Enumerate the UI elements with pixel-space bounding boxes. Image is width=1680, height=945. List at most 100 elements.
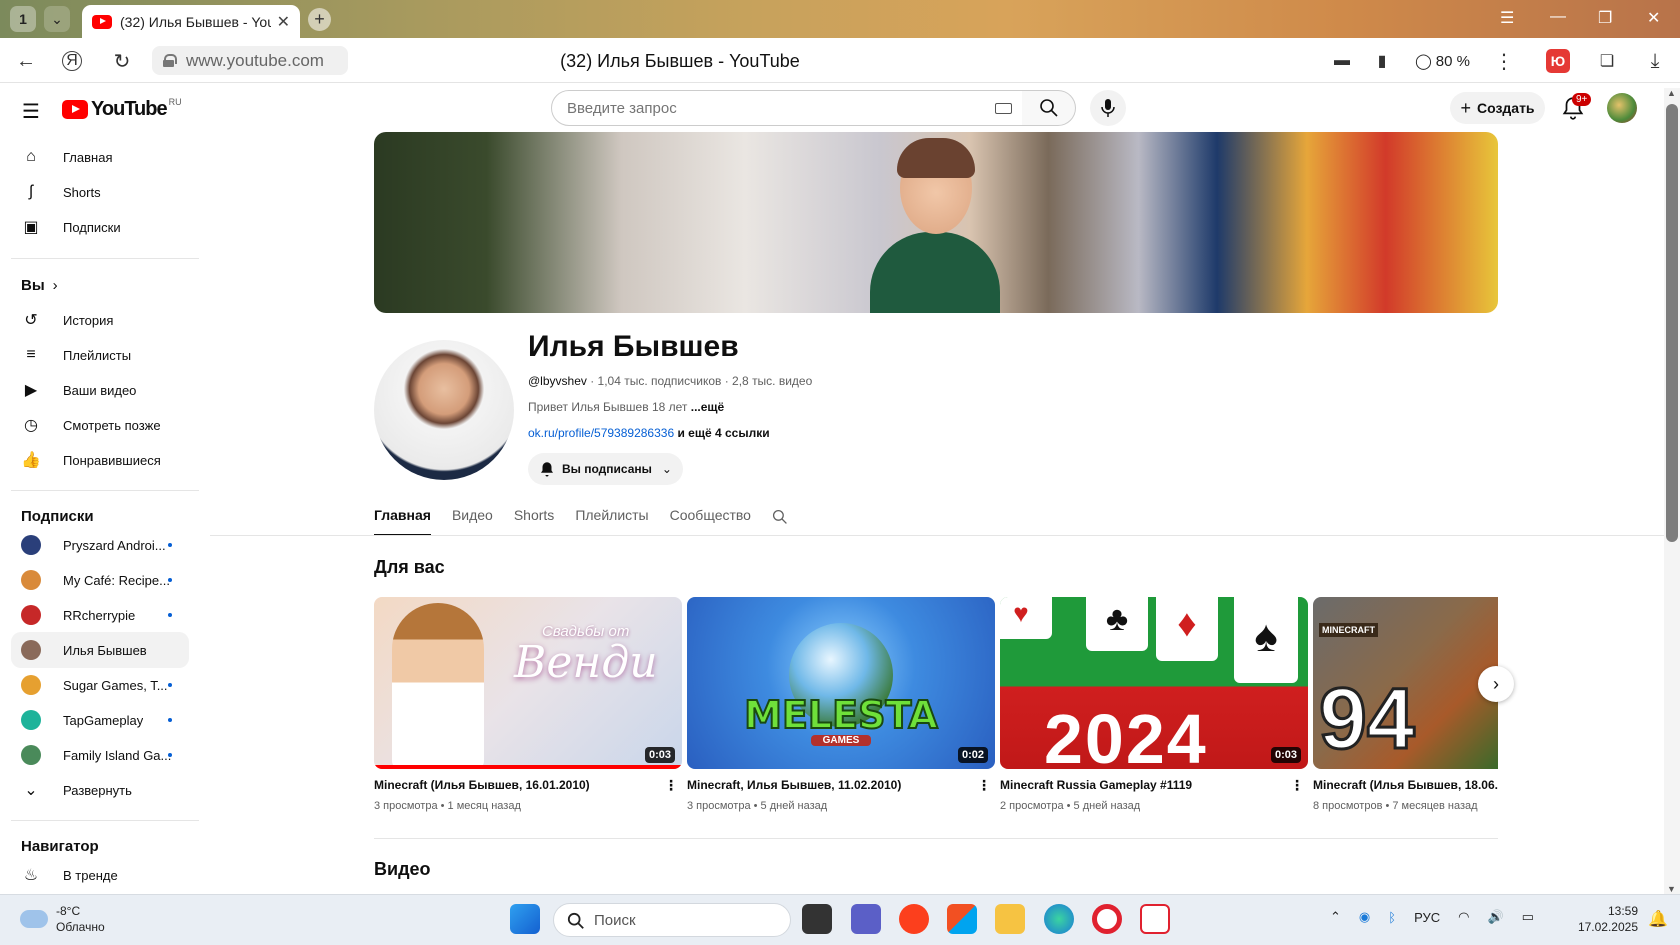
extension-badge[interactable]: Ю: [1546, 49, 1570, 73]
file-explorer-icon[interactable]: [995, 904, 1025, 934]
tab-videos[interactable]: Видео: [452, 498, 493, 536]
sidebar-item-home[interactable]: ⌂ Главная: [11, 139, 189, 175]
page-scrollbar[interactable]: ▲ ▼: [1664, 88, 1680, 894]
sidebar-sub-item[interactable]: TapGameplay: [11, 702, 189, 738]
teams-icon[interactable]: [851, 904, 881, 934]
restore-icon[interactable]: ❐: [1598, 8, 1612, 28]
battery-icon[interactable]: ▭: [1522, 909, 1534, 925]
browser-menu-icon[interactable]: ☰: [1500, 8, 1514, 28]
voice-search-button[interactable]: [1090, 90, 1126, 126]
tab-list-chevron-icon[interactable]: ⌄: [44, 6, 70, 32]
channel-description[interactable]: Привет Илья Бывшев 18 лет ...ещё: [528, 400, 724, 414]
volume-icon[interactable]: 🔊: [1487, 909, 1503, 925]
more-options-icon[interactable]: ⋮: [1290, 777, 1304, 794]
video-thumbnail[interactable]: Свадьбы от Венди 0:03: [374, 597, 682, 769]
more-options-icon[interactable]: ⋮: [664, 777, 678, 794]
sidebar-expand-button[interactable]: ⌄ Развернуть: [11, 772, 189, 808]
channel-link[interactable]: ok.ru/profile/579389286336: [528, 426, 674, 440]
chat-icon[interactable]: ▬: [1330, 49, 1354, 73]
scrollbar-thumb[interactable]: [1666, 104, 1678, 542]
yandex-icon[interactable]: Я: [62, 51, 82, 71]
url-field[interactable]: www.youtube.com: [152, 46, 348, 75]
tab-home[interactable]: Главная: [374, 498, 431, 536]
expand-label: Развернуть: [63, 782, 132, 798]
video-thumbnail[interactable]: MINECRAFT 94: [1313, 597, 1498, 769]
browser-tab-youtube[interactable]: (32) Илья Бывшев - YouTube ✕: [82, 5, 300, 38]
video-card[interactable]: MELESTA GAMES 0:02 Minecraft, Илья Бывше…: [687, 597, 995, 812]
bluetooth-icon[interactable]: ᛒ: [1388, 910, 1396, 925]
downloads-icon[interactable]: ⤓: [1643, 49, 1667, 73]
weather-widget[interactable]: -8°C Облачно: [20, 903, 105, 935]
yandex-browser-icon[interactable]: [1140, 904, 1170, 934]
opera-icon[interactable]: [1092, 904, 1122, 934]
sidebar-sub-item[interactable]: RRcherrypie: [11, 597, 189, 633]
sidebar-sub-item[interactable]: Family Island Ga...: [11, 737, 189, 773]
more-links[interactable]: и ещё 4 ссылки: [674, 426, 769, 440]
sidebar-item-history[interactable]: ↺ История: [11, 302, 189, 338]
task-view-icon[interactable]: [802, 904, 832, 934]
tab-count-button[interactable]: 1: [10, 6, 36, 32]
create-button[interactable]: + Создать: [1450, 92, 1545, 124]
bookmark-icon[interactable]: ▮: [1370, 49, 1394, 73]
minimize-icon[interactable]: —: [1550, 8, 1566, 26]
clock[interactable]: 13:59 17.02.2025: [1568, 903, 1638, 935]
search-button[interactable]: [1022, 90, 1076, 126]
description-more-link[interactable]: ...ещё: [691, 400, 724, 414]
video-title[interactable]: Minecraft (Илья Бывшев, 18.06.2: [1313, 778, 1498, 792]
sidebar-sub-item[interactable]: My Café: Recipe...: [11, 562, 189, 598]
video-card[interactable]: Свадьбы от Венди 0:03 Minecraft (Илья Бы…: [374, 597, 682, 812]
channel-avatar-large[interactable]: [374, 340, 514, 480]
sidebar-sub-item[interactable]: Sugar Games, T...: [11, 667, 189, 703]
tray-chevron-up-icon[interactable]: ⌃: [1330, 909, 1341, 925]
scroll-up-arrow-icon[interactable]: ▲: [1667, 88, 1676, 98]
sidebar-item-playlists[interactable]: ≡ Плейлисты: [11, 337, 189, 373]
more-options-icon[interactable]: ⋮: [977, 777, 991, 794]
back-arrow-icon[interactable]: ←: [14, 49, 38, 73]
video-title[interactable]: Minecraft (Илья Бывшев, 16.01.2010): [374, 778, 664, 792]
keyboard-icon[interactable]: [995, 103, 1012, 114]
close-window-icon[interactable]: ✕: [1647, 8, 1660, 28]
more-vert-icon[interactable]: ⋮: [1492, 49, 1516, 73]
yandex-app-icon[interactable]: [899, 904, 929, 934]
search-input[interactable]: Введите запрос: [551, 90, 1023, 126]
subscribed-button[interactable]: Вы подписаны ⌄: [528, 453, 683, 485]
taskbar-search[interactable]: Поиск: [553, 903, 791, 937]
zoom-indicator[interactable]: ◯ 80 %: [1415, 48, 1470, 74]
scroll-down-arrow-icon[interactable]: ▼: [1667, 884, 1676, 894]
tab-shorts[interactable]: Shorts: [514, 498, 554, 536]
carousel-next-button[interactable]: ›: [1478, 666, 1514, 702]
video-thumbnail[interactable]: MELESTA GAMES 0:02: [687, 597, 995, 769]
sidebar-sub-item[interactable]: Pryszard Androi...: [11, 527, 189, 563]
edge-icon[interactable]: [1044, 904, 1074, 934]
new-tab-plus-icon[interactable]: +: [308, 8, 331, 31]
video-thumbnail[interactable]: ♥ ♣ ♦ ♠ 2024 0:03: [1000, 597, 1308, 769]
sidebar-item-subscriptions[interactable]: ▣ Подписки: [11, 209, 189, 245]
tab-search-icon[interactable]: [772, 498, 788, 536]
store-icon[interactable]: [947, 904, 977, 934]
tab-community[interactable]: Сообщество: [670, 498, 751, 536]
close-tab-icon[interactable]: ✕: [277, 12, 290, 32]
notifications-icon[interactable]: 🔔: [1648, 909, 1668, 929]
wifi-icon[interactable]: ◠: [1458, 909, 1469, 925]
youtube-logo[interactable]: YouTube RU: [62, 97, 182, 121]
video-card[interactable]: ♥ ♣ ♦ ♠ 2024 0:03 Minecraft Russia Gamep…: [1000, 597, 1308, 812]
sidebar-item-watch-later[interactable]: ◷ Смотреть позже: [11, 407, 189, 443]
defender-icon[interactable]: ◉: [1359, 909, 1370, 925]
sidebar-item-trending[interactable]: ♨ В тренде: [11, 857, 189, 893]
collections-icon[interactable]: ❏: [1595, 49, 1619, 73]
video-card[interactable]: MINECRAFT 94 Minecraft (Илья Бывшев, 18.…: [1313, 597, 1498, 812]
divider: [11, 258, 199, 259]
sidebar-item-shorts[interactable]: ʃ Shorts: [11, 174, 189, 210]
tab-playlists[interactable]: Плейлисты: [575, 498, 648, 536]
reload-icon[interactable]: ↻: [110, 49, 134, 73]
sidebar-you-header[interactable]: Вы ›: [11, 267, 189, 303]
windows-start-icon[interactable]: [510, 904, 540, 934]
hamburger-menu-icon[interactable]: ☰: [22, 99, 40, 124]
user-avatar[interactable]: [1607, 93, 1637, 123]
language-indicator[interactable]: РУС: [1414, 910, 1440, 925]
sidebar-item-your-videos[interactable]: ▶ Ваши видео: [11, 372, 189, 408]
video-title[interactable]: Minecraft Russia Gameplay #1119: [1000, 778, 1290, 792]
sidebar-item-liked[interactable]: 👍 Понравившиеся: [11, 442, 189, 478]
sidebar-sub-item-active[interactable]: Илья Бывшев: [11, 632, 189, 668]
video-title[interactable]: Minecraft, Илья Бывшев, 11.02.2010): [687, 778, 977, 792]
